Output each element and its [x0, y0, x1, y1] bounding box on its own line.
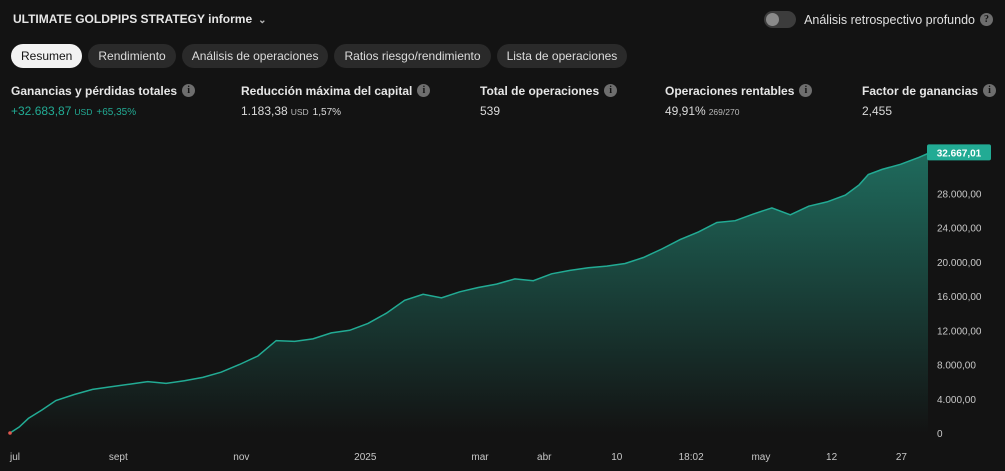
y-tick-label: 20.000,00 [937, 258, 982, 269]
y-tick-label: 0 [937, 429, 943, 440]
x-tick-label: abr [537, 452, 552, 463]
y-tick-label: 16.000,00 [937, 292, 982, 303]
x-tick-label: nov [233, 452, 249, 463]
x-tick-label: 12 [826, 452, 838, 463]
y-tick-label: 28.000,00 [937, 189, 982, 200]
x-tick-label: sept [109, 452, 128, 463]
start-point [8, 431, 12, 435]
last-value-label: 32.667,01 [937, 148, 982, 159]
equity-area [10, 153, 928, 433]
x-tick-label: 18:02 [679, 452, 704, 463]
equity-chart[interactable]: 0 4.000,00 8.000,00 12.000,00 16.000,00 20.00… [0, 0, 1005, 471]
x-tick-label: 27 [896, 452, 908, 463]
x-tick-label: 10 [611, 452, 623, 463]
y-tick-label: 24.000,00 [937, 224, 982, 235]
x-tick-label: 2025 [354, 452, 377, 463]
x-tick-label: may [751, 452, 770, 463]
y-tick-label: 8.000,00 [937, 361, 976, 372]
y-tick-label: 12.000,00 [937, 326, 982, 337]
y-tick-label: 4.000,00 [937, 395, 976, 406]
x-tick-label: jul [9, 452, 20, 463]
x-tick-label: mar [471, 452, 489, 463]
